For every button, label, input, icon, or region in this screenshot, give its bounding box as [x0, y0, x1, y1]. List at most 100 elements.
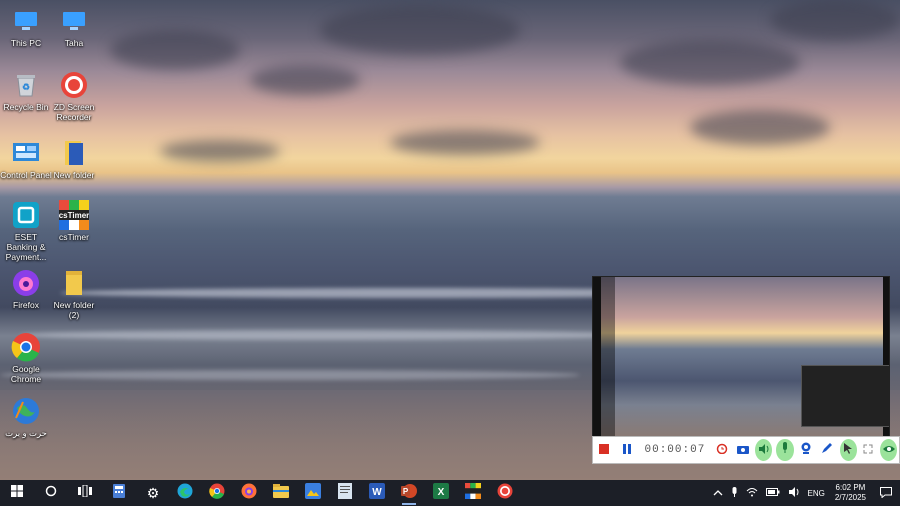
webcam-button[interactable] [798, 439, 815, 461]
powerpoint-icon: P [401, 483, 417, 504]
start-button[interactable] [4, 480, 30, 506]
desktop-icon-new-folder-2[interactable]: New folder (2) [48, 268, 100, 320]
desktop-icon-eset[interactable]: ESET Banking & Payment... [0, 200, 52, 262]
taskbar: ⚙ W P X ENG 6:02 PM 2/7/2025 [0, 480, 900, 506]
chrome-icon [209, 483, 225, 504]
zd-recorder-app[interactable] [492, 480, 518, 506]
recycle-bin-icon: ♻ [11, 70, 41, 100]
photos-icon [305, 482, 321, 504]
edge-app[interactable] [172, 480, 198, 506]
pen-icon [821, 441, 833, 459]
search-circle-icon [45, 484, 57, 502]
preview-toggle-button[interactable] [879, 439, 898, 461]
word-icon: W [369, 482, 385, 504]
desktop-icon-label: csTimer [59, 232, 89, 242]
microphone-icon [781, 441, 789, 459]
desktop-icon-label: حرت و برت [5, 428, 47, 438]
folder-icon [273, 483, 289, 503]
desktop-icon-recycle-bin[interactable]: ♻ Recycle Bin [0, 70, 52, 112]
search-button[interactable] [38, 480, 64, 506]
chrome-icon [11, 332, 41, 362]
volume-tray-button[interactable] [784, 487, 804, 499]
chrome-app[interactable] [204, 480, 230, 506]
desktop-icon-taha[interactable]: Taha [48, 6, 100, 48]
windows-icon [11, 484, 23, 502]
chevron-up-icon [713, 489, 723, 498]
fullscreen-button[interactable] [861, 439, 876, 461]
settings-app[interactable]: ⚙ [140, 480, 166, 506]
photos-app[interactable] [300, 480, 326, 506]
desktop-icon-label: ZD Screen Recorder [53, 102, 95, 122]
desktop-icon-control-panel[interactable]: Control Panel [0, 138, 52, 180]
firefox-app[interactable] [236, 480, 262, 506]
expand-icon [863, 441, 873, 459]
cstimer-icon [465, 482, 481, 504]
calculator-app[interactable] [106, 480, 132, 506]
desktop-icon-label: Recycle Bin [3, 102, 49, 112]
alarm-icon [716, 441, 728, 459]
desktop-wallpaper: This PC Taha ♻ Recycle Bin ZD Screen Rec… [0, 0, 900, 480]
desktop-icon-label: New folder (2) [53, 300, 95, 320]
computer-icon [59, 6, 89, 36]
record-icon [59, 70, 89, 100]
alarm-button[interactable] [713, 439, 730, 461]
desktop-icon-label: Control Panel [0, 170, 52, 180]
clock-date: 2/7/2025 [834, 493, 866, 502]
stop-record-button[interactable] [595, 439, 614, 461]
file-explorer-app[interactable] [268, 480, 294, 506]
desktop-icon-label: Google Chrome [10, 364, 42, 384]
desktop-icon-google-chrome[interactable]: Google Chrome [0, 332, 52, 384]
notepad-app[interactable] [332, 480, 358, 506]
computer-icon [11, 6, 41, 36]
preview-desktop-image [601, 277, 889, 437]
recorder-toolbar: 00:00:07 [592, 436, 900, 464]
svg-text:P: P [403, 487, 409, 496]
battery-tray-button[interactable] [762, 488, 784, 498]
eset-icon [11, 200, 41, 230]
calculator-icon [113, 483, 125, 503]
clock[interactable]: 6:02 PM 2/7/2025 [829, 483, 872, 503]
desktop-icon-firefox[interactable]: Firefox [0, 268, 52, 310]
cursor-button[interactable] [839, 439, 857, 461]
network-tray-button[interactable] [742, 487, 762, 499]
notifications-button[interactable] [872, 486, 900, 500]
notepad-icon [338, 482, 352, 504]
language-indicator[interactable]: ENG [804, 489, 829, 498]
record-icon [497, 483, 513, 504]
pause-icon [622, 441, 632, 459]
svg-text:♻: ♻ [22, 82, 30, 92]
folder-icon [59, 138, 89, 168]
desktop-icon-label: Firefox [13, 300, 39, 310]
desktop-icon-new-folder[interactable]: New folder [48, 138, 100, 180]
excel-app[interactable]: X [428, 480, 454, 506]
edge-icon [177, 483, 193, 504]
microphone-tray-button[interactable] [727, 486, 742, 500]
cstimer-app[interactable] [460, 480, 486, 506]
desktop-icon-this-pc[interactable]: This PC [0, 6, 52, 48]
desktop-icon-cstimer[interactable]: csTimer csTimer [48, 200, 100, 242]
draw-button[interactable] [819, 439, 836, 461]
powerpoint-app[interactable]: P [396, 480, 422, 506]
svg-text:X: X [438, 487, 445, 498]
desktop-icon-label: Taha [64, 38, 84, 48]
desktop-icon-harto-bart[interactable]: حرت و برت [0, 396, 52, 438]
task-view-icon [78, 484, 92, 502]
stop-icon [599, 441, 610, 459]
camera-icon [736, 441, 749, 459]
desktop-icon-label: ESET Banking & Payment... [5, 232, 47, 262]
battery-icon [765, 488, 780, 498]
webcam-icon [800, 441, 812, 459]
task-view-button[interactable] [72, 480, 98, 506]
pause-record-button[interactable] [618, 439, 637, 461]
folder-icon [59, 268, 89, 298]
gear-icon: ⚙ [146, 485, 160, 501]
cstimer-icon: csTimer [59, 200, 89, 230]
speaker-button[interactable] [755, 439, 773, 461]
word-app[interactable]: W [364, 480, 390, 506]
desktop-icon-label: New folder [53, 170, 95, 180]
microphone-button[interactable] [776, 439, 794, 461]
show-hidden-icons-button[interactable] [709, 489, 727, 498]
camera-button[interactable] [734, 439, 751, 461]
globe-icon [11, 396, 41, 426]
desktop-icon-zd-recorder[interactable]: ZD Screen Recorder [48, 70, 100, 122]
